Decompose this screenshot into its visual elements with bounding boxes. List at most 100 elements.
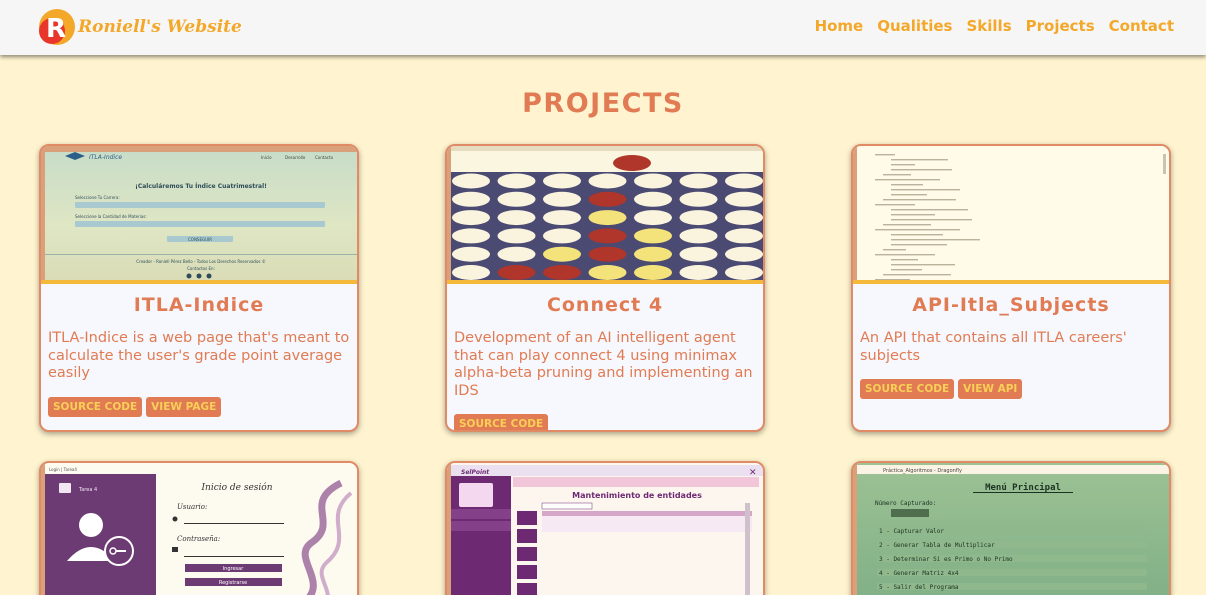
svg-text:SelPoint: SelPoint (461, 469, 490, 476)
svg-text:Mantenimiento de entidades: Mantenimiento de entidades (572, 491, 702, 500)
board-cell (634, 228, 672, 244)
source-code-button[interactable]: SOURCE CODE (454, 414, 549, 430)
svg-text:Inicio de sesión: Inicio de sesión (200, 482, 272, 493)
board-cell (497, 228, 536, 244)
board-cell (543, 210, 581, 226)
board-cell (634, 246, 672, 262)
svg-text:CONSEGUIR: CONSEGUIR (188, 237, 212, 242)
project-buttons: SOURCE CODE (447, 414, 763, 430)
board-cell (588, 265, 627, 280)
board-cell (679, 210, 718, 226)
source-code-button[interactable]: SOURCE CODE (48, 396, 143, 417)
nav-home[interactable]: Home (815, 17, 864, 35)
site-logo-icon[interactable]: R (38, 8, 76, 46)
code-line (891, 244, 947, 246)
project-title: Connect 4 (546, 294, 664, 316)
board-cell (497, 246, 536, 262)
nav-skills[interactable]: Skills (966, 17, 1011, 35)
code-line (883, 199, 956, 201)
code-line (891, 169, 952, 171)
project-card-itla-indice: ITLA-Indice Inicio Desarrollo Contacto ¡… (39, 144, 359, 432)
board-cell (679, 173, 718, 189)
board-cell (452, 191, 490, 207)
board-cell (543, 228, 581, 244)
project-buttons: SOURCE CODE VIEW PAGE (41, 396, 357, 417)
board-cell (634, 210, 672, 226)
navbar: R Roniell's Website Home Qualities Skill… (0, 0, 1206, 55)
code-line (891, 159, 948, 161)
board-cell (725, 246, 763, 262)
nav-contact[interactable]: Contact (1109, 17, 1174, 35)
view-page-button[interactable]: VIEW PAGE (146, 396, 222, 417)
board-cell (497, 210, 536, 226)
section-title: PROJECTS (522, 88, 684, 119)
board-cell (497, 191, 536, 207)
code-line (883, 274, 951, 276)
svg-text:R: R (46, 14, 66, 44)
board-cell (543, 246, 581, 262)
svg-text:¡Calculáremos Tu Índice Cuatri: ¡Calculáremos Tu Índice Cuatrimestral! (135, 182, 267, 190)
board-cell (452, 210, 490, 226)
board-cell (634, 173, 672, 189)
svg-text:Creador - Roniell Pérez Bello: Creador - Roniell Pérez Bello - Todos Lo… (136, 259, 266, 264)
board-cell (588, 210, 627, 226)
code-line (875, 204, 915, 206)
board-cell (588, 228, 627, 244)
project-card-menu: Práctica_Algoritmos - Dragonfly Menú Pri… (851, 461, 1171, 595)
code-line (875, 229, 960, 231)
code-line (891, 259, 918, 261)
project-preview-login: Login | Tarea4 Tarea 4 Inicio de sesión … (41, 463, 357, 595)
svg-text:Seleccione Tu Carrera:: Seleccione Tu Carrera: (75, 195, 120, 200)
project-preview-api (853, 146, 1169, 284)
project-card-entities: SelPoint ✕ Mantenimiento de entidades (445, 461, 765, 595)
board-cell (588, 173, 627, 189)
svg-text:Ingresar: Ingresar (223, 566, 245, 572)
code-line (891, 214, 935, 216)
svg-text:5 - Salir del Programa: 5 - Salir del Programa (879, 584, 959, 591)
code-line (891, 164, 915, 166)
board-cell (452, 265, 490, 280)
svg-text:Desarrollo: Desarrollo (285, 155, 306, 160)
svg-text:4 - Generar Matriz 4x4: 4 - Generar Matriz 4x4 (879, 570, 959, 577)
svg-text:Contactos En:: Contactos En: (187, 266, 215, 271)
board-cell (634, 265, 672, 280)
svg-text:2 - Generar Tabla de Multiplic: 2 - Generar Tabla de Multiplicar (879, 542, 995, 549)
code-line (891, 184, 923, 186)
board-cell (634, 191, 672, 207)
board-cell (452, 246, 490, 262)
code-line (891, 209, 968, 211)
source-code-button[interactable]: SOURCE CODE (860, 379, 955, 399)
project-preview-connect-4 (447, 146, 763, 284)
code-line (891, 234, 943, 236)
svg-text:3 - Determinar Si es Primo o N: 3 - Determinar Si es Primo o No Primo (879, 556, 1013, 563)
code-line (875, 179, 940, 181)
board-cell (725, 191, 763, 207)
nav-projects[interactable]: Projects (1026, 17, 1095, 35)
project-title: API-Itla_Subjects (912, 294, 1110, 316)
board-cell (725, 265, 763, 280)
code-line (875, 254, 935, 256)
svg-text:Contraseña:: Contraseña: (177, 535, 220, 543)
svg-text:Registrarse: Registrarse (219, 580, 247, 586)
svg-text:Login | Tarea4: Login | Tarea4 (49, 467, 77, 472)
code-line (891, 264, 955, 266)
project-card-api-itla-subjects: API-Itla_Subjects An API that contains a… (851, 144, 1171, 432)
board-cell (543, 265, 581, 280)
view-api-button[interactable]: VIEW API (958, 379, 1023, 399)
project-description: ITLA-Indice is a web page that's meant t… (48, 330, 350, 381)
board-cell (497, 173, 536, 189)
site-brand[interactable]: Roniell's Website (78, 17, 242, 37)
project-preview-entities: SelPoint ✕ Mantenimiento de entidades (447, 463, 763, 595)
project-description: Development of an AI intelligent agent t… (454, 330, 753, 399)
board-cell (679, 191, 718, 207)
code-line (875, 279, 910, 280)
nav-qualities[interactable]: Qualities (877, 17, 952, 35)
code-line (891, 219, 972, 221)
code-line (883, 174, 911, 176)
project-buttons: SOURCE CODE VIEW API (853, 379, 1169, 399)
board-cell (588, 246, 627, 262)
svg-text:Menú Principal: Menú Principal (985, 482, 1061, 493)
code-line (891, 189, 960, 191)
svg-text:Tarea 4: Tarea 4 (78, 487, 97, 493)
project-card-connect-4: Connect 4 Development of an AI intellige… (445, 144, 765, 432)
